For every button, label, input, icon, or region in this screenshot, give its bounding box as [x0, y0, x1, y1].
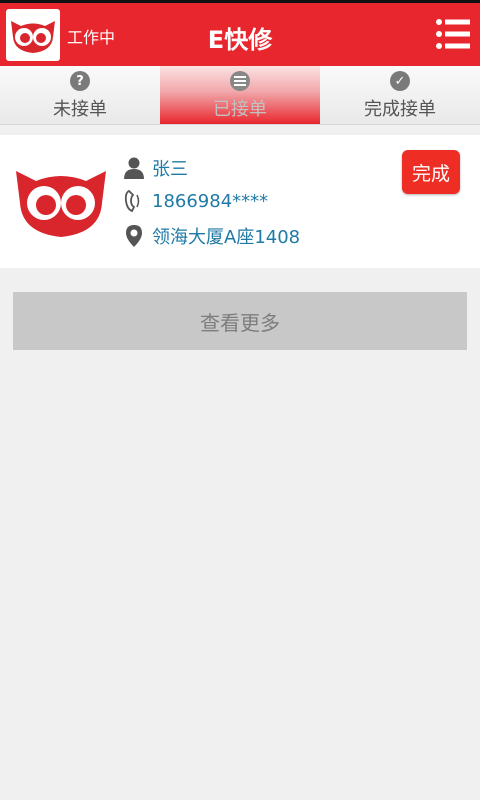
load-more-button[interactable]: 查看更多: [13, 292, 467, 350]
customer-name-row: 张三: [122, 155, 188, 181]
owl-avatar-icon: [14, 163, 108, 239]
person-icon: [122, 156, 146, 180]
question-icon: ?: [70, 71, 90, 91]
tab-label: 已接单: [213, 99, 267, 120]
tab-label: 未接单: [53, 99, 107, 120]
customer-phone-row: 1866984****: [122, 189, 268, 213]
app-header: 工作中 E快修: [0, 3, 480, 66]
check-icon: ✓: [390, 71, 410, 91]
complete-button[interactable]: 完成: [402, 150, 460, 194]
order-tabs: ? 未接单 已接单 ✓ 完成接单: [0, 66, 480, 125]
list-icon: [230, 71, 250, 91]
tab-accepted[interactable]: 已接单: [160, 66, 320, 124]
tab-label: 完成接单: [364, 99, 436, 120]
customer-phone[interactable]: 1866984****: [152, 191, 268, 212]
tab-pending[interactable]: ? 未接单: [0, 66, 160, 124]
phone-icon: [122, 189, 146, 213]
customer-address: 领海大厦A座1408: [152, 227, 301, 248]
customer-name: 张三: [152, 159, 188, 180]
location-pin-icon: [122, 224, 146, 248]
customer-address-row: 领海大厦A座1408: [122, 223, 300, 249]
tab-completed[interactable]: ✓ 完成接单: [320, 66, 480, 124]
page-title: E快修: [207, 26, 273, 54]
menu-icon[interactable]: [436, 19, 470, 49]
order-card[interactable]: 张三 1866984**** 领海大厦A座1408 完成: [0, 135, 480, 268]
